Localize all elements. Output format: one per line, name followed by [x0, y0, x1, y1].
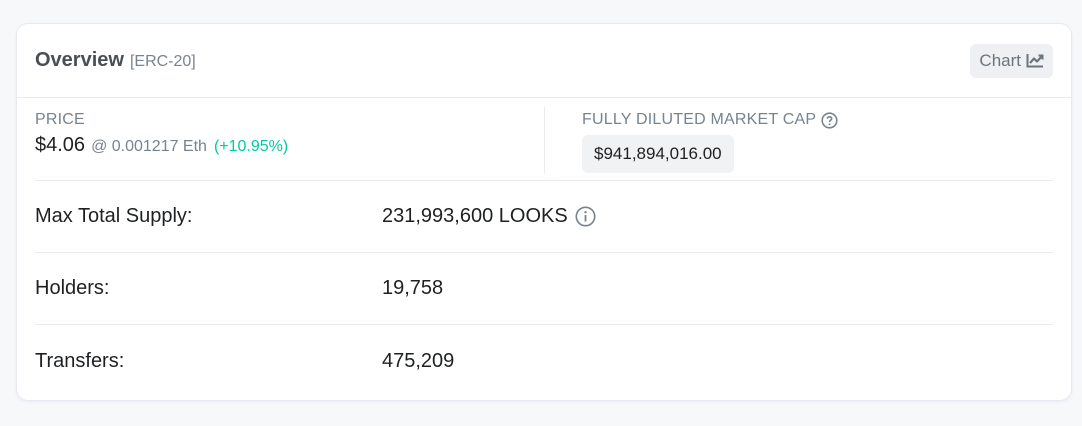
price-block: PRICE $4.06 @ 0.001217 Eth (+10.95%) [35, 107, 545, 173]
holders-label: Holders: [35, 277, 110, 299]
token-standard-label: [ERC-20] [129, 53, 196, 70]
card-title: Overview [35, 49, 124, 71]
question-circle-icon[interactable] [821, 111, 838, 129]
stats-section: PRICE $4.06 @ 0.001217 Eth (+10.95%) FUL… [35, 98, 1053, 181]
info-circle-icon[interactable] [575, 206, 596, 227]
holders-value[interactable]: 19,758 [382, 277, 443, 300]
price-line: $4.06 @ 0.001217 Eth (+10.95%) [35, 134, 544, 157]
overview-card: Overview [ERC-20] Chart PRICE $4.06 @ 0.… [16, 23, 1072, 401]
transfers-row: Transfers: 475,209 [35, 325, 1053, 397]
price-change: (+10.95%) [213, 138, 289, 155]
max-supply-value-wrap: 231,993,600 LOOKS [382, 205, 596, 228]
max-supply-label: Max Total Supply: [35, 205, 193, 227]
market-cap-label: FULLY DILUTED MARKET CAP [582, 111, 817, 128]
transfers-value: 475,209 [382, 349, 455, 372]
max-supply-row: Max Total Supply: 231,993,600 LOOKS [35, 181, 1053, 253]
price-label: PRICE [35, 111, 85, 128]
chart-button-label: Chart [979, 50, 1021, 70]
title-group: Overview [ERC-20] [35, 49, 196, 72]
card-header: Overview [ERC-20] Chart [17, 24, 1071, 98]
transfers-label: Transfers: [35, 349, 125, 372]
line-chart-icon [1026, 54, 1044, 68]
market-cap-label-row: FULLY DILUTED MARKET CAP [582, 111, 838, 129]
market-cap-block: FULLY DILUTED MARKET CAP $941,894,016.00 [545, 98, 838, 180]
max-supply-value: 231,993,600 LOOKS [382, 205, 568, 227]
market-cap-value: $941,894,016.00 [582, 135, 734, 173]
holders-row: Holders: 19,758 [35, 253, 1053, 325]
chart-button[interactable]: Chart [970, 43, 1053, 78]
price-eth: @ 0.001217 Eth [91, 138, 207, 155]
price-value: $4.06 [35, 134, 86, 156]
